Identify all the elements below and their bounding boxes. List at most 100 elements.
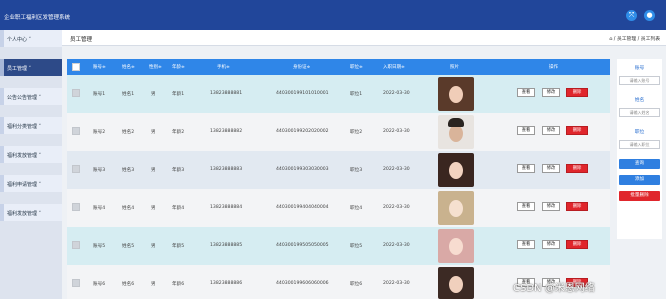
edit-button[interactable]: 修改 — [542, 164, 560, 173]
cell-name: 姓名4 — [122, 206, 135, 211]
cell-hire-date: 2022-03-30 — [383, 205, 410, 210]
position-label: 职位 — [634, 130, 645, 135]
cell-id-card: 440300199505050005 — [276, 243, 329, 248]
column-header-account[interactable]: 账号≑ — [93, 64, 106, 70]
cell-name: 姓名3 — [122, 168, 135, 173]
position-search-input[interactable]: 请输入职位 — [619, 140, 660, 149]
cell-phone: 13823888884 — [210, 205, 243, 210]
table-header: 账号≑ 姓名≑ 性别≑ 年龄≑ 手机≑ 身份证≑ 职位≑ 入职日期≑ 照片 操作 — [67, 59, 610, 75]
employee-photo — [438, 229, 474, 263]
row-checkbox[interactable] — [72, 127, 80, 135]
cell-id-card: 440300199404040004 — [276, 205, 329, 210]
table-row: 账号5 姓名5 男 年龄5 13823888885 44030019950505… — [67, 227, 610, 265]
view-button[interactable]: 查看 — [517, 164, 535, 173]
cell-hire-date: 2022-03-30 — [383, 129, 410, 134]
column-header-hire-date[interactable]: 入职日期≑ — [383, 64, 405, 70]
cell-account: 账号1 — [93, 92, 106, 97]
delete-button[interactable]: 删除 — [566, 126, 588, 135]
sidebar-item-profile[interactable]: 个人中心 ˅ — [0, 30, 62, 47]
select-all-checkbox[interactable] — [72, 63, 80, 71]
cell-phone: 13823888886 — [210, 281, 243, 286]
view-button[interactable]: 查看 — [517, 88, 535, 97]
row-checkbox[interactable] — [72, 203, 80, 211]
row-checkbox[interactable] — [72, 165, 80, 173]
sidebar-item-benefit-applications[interactable]: 福利申请管理 ˅ — [0, 175, 62, 192]
top-bar: 企业职工福利区发管理系统 ⤧ ● — [0, 0, 666, 30]
column-header-age[interactable]: 年龄≑ — [172, 64, 185, 70]
cell-position: 职位3 — [350, 168, 363, 173]
sidebar-item-label: 福利分类管理 ˅ — [7, 124, 42, 130]
column-header-name[interactable]: 姓名≑ — [122, 64, 135, 70]
cell-account: 账号6 — [93, 282, 106, 287]
cell-gender: 男 — [151, 282, 156, 287]
sidebar-item-benefit-issue[interactable]: 福利发放管理 ˅ — [0, 204, 62, 221]
employee-photo — [438, 77, 474, 111]
sidebar-item-label: 福利申请管理 ˅ — [7, 182, 42, 188]
name-search-input[interactable]: 请输入姓名 — [619, 108, 660, 117]
employee-photo — [438, 267, 474, 299]
column-header-phone[interactable]: 手机≑ — [217, 64, 230, 70]
cell-name: 姓名2 — [122, 130, 135, 135]
column-header-position[interactable]: 职位≑ — [350, 64, 363, 70]
view-button[interactable]: 查看 — [517, 240, 535, 249]
cell-hire-date: 2022-03-30 — [383, 281, 410, 286]
table-row: 账号1 姓名1 男 年龄1 13823888881 44030019910101… — [67, 75, 610, 113]
page-header: 员工管理 ⌂ / 员工管理 / 员工列表 — [62, 30, 666, 46]
row-checkbox[interactable] — [72, 89, 80, 97]
cell-position: 职位2 — [350, 130, 363, 135]
cell-id-card: 440300199101010001 — [276, 91, 329, 96]
edit-button[interactable]: 修改 — [542, 202, 560, 211]
cell-age: 年龄6 — [172, 282, 185, 287]
delete-button[interactable]: 删除 — [566, 164, 588, 173]
sidebar-item-label: 个人中心 ˅ — [7, 37, 32, 43]
add-button[interactable]: 添加 — [619, 175, 660, 185]
sidebar-item-benefit-distribution[interactable]: 福利发放管理 ˅ — [0, 146, 62, 163]
cell-account: 账号5 — [93, 244, 106, 249]
cell-gender: 男 — [151, 244, 156, 249]
cell-position: 职位4 — [350, 206, 363, 211]
edit-button[interactable]: 修改 — [542, 126, 560, 135]
search-button[interactable]: 查询 — [619, 159, 660, 169]
row-checkbox[interactable] — [72, 279, 80, 287]
cell-id-card: 440300199606060006 — [276, 281, 329, 286]
column-header-photo: 照片 — [450, 65, 459, 70]
employee-photo — [438, 115, 474, 149]
breadcrumb[interactable]: ⌂ / 员工管理 / 员工列表 — [609, 35, 660, 42]
table-row: 账号3 姓名3 男 年龄3 13823888883 44030019930303… — [67, 151, 610, 189]
column-header-id-card[interactable]: 身份证≑ — [293, 64, 310, 70]
app-title: 企业职工福利区发管理系统 — [4, 15, 71, 21]
cell-age: 年龄2 — [172, 130, 185, 135]
cell-hire-date: 2022-03-30 — [383, 91, 410, 96]
cell-gender: 男 — [151, 92, 156, 97]
sidebar-item-announcements[interactable]: 公告公告管理 ˅ — [0, 88, 62, 105]
user-icon[interactable]: ● — [644, 10, 655, 21]
sidebar-item-label: 公告公告管理 ˅ — [7, 95, 42, 101]
table-row: 账号2 姓名2 男 年龄2 13823888882 44030019920202… — [67, 113, 610, 151]
sidebar-item-label: 福利发放管理 ˅ — [7, 211, 42, 217]
sidebar-item-employees[interactable]: 员工管理 ˅ — [0, 59, 62, 76]
edit-button[interactable]: 修改 — [542, 240, 560, 249]
sidebar-item-label: 员工管理 ˅ — [7, 66, 32, 72]
cell-account: 账号3 — [93, 168, 106, 173]
column-header-gender[interactable]: 性别≑ — [149, 64, 162, 70]
delete-button[interactable]: 删除 — [566, 202, 588, 211]
view-button[interactable]: 查看 — [517, 126, 535, 135]
cell-id-card: 440300199202020002 — [276, 129, 329, 134]
cell-position: 职位1 — [350, 92, 363, 97]
column-header-actions: 操作 — [549, 65, 558, 70]
delete-button[interactable]: 删除 — [566, 240, 588, 249]
expand-icon[interactable]: ⤧ — [626, 10, 637, 21]
view-button[interactable]: 查看 — [517, 202, 535, 211]
cell-name: 姓名6 — [122, 282, 135, 287]
cell-name: 姓名1 — [122, 92, 135, 97]
account-search-input[interactable]: 请输入账号 — [619, 76, 660, 85]
cell-gender: 男 — [151, 168, 156, 173]
sidebar-item-benefit-categories[interactable]: 福利分类管理 ˅ — [0, 117, 62, 134]
page-title: 员工管理 — [70, 37, 93, 43]
cell-age: 年龄3 — [172, 168, 185, 173]
row-checkbox[interactable] — [72, 241, 80, 249]
sidebar: 个人中心 ˅ 员工管理 ˅ 公告公告管理 ˅ 福利分类管理 ˅ 福利发放管理 ˅… — [0, 30, 62, 299]
batch-delete-button[interactable]: 批量删除 — [619, 191, 660, 201]
delete-button[interactable]: 删除 — [566, 88, 588, 97]
edit-button[interactable]: 修改 — [542, 88, 560, 97]
